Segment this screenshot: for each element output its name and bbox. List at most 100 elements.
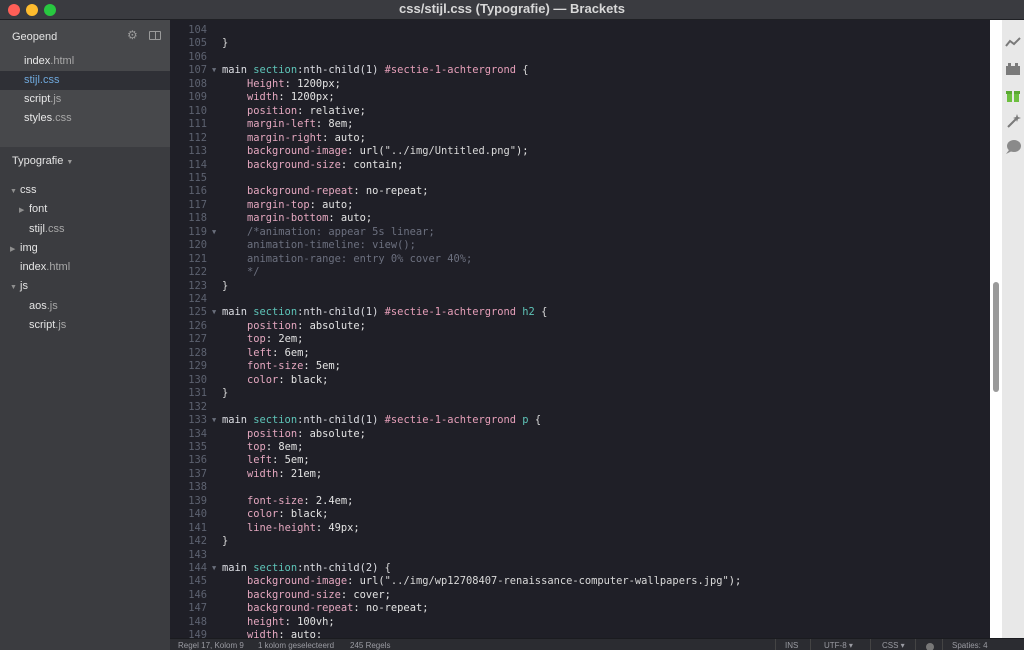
fold-toggle-icon[interactable]: ▼ <box>212 226 216 239</box>
code-line: 114 background-size: contain; <box>170 159 990 172</box>
line-number: 114 <box>188 158 207 171</box>
code-text: width: 21em; <box>222 468 322 481</box>
tree-folder[interactable]: ▶ font <box>0 200 170 219</box>
token-val <box>222 105 247 117</box>
open-file-item[interactable]: stijl.css <box>0 71 170 90</box>
insert-mode-toggle[interactable]: INS <box>785 639 798 650</box>
token-prop: position <box>247 319 298 332</box>
token-val: : 2em; <box>265 333 304 346</box>
language-select[interactable]: CSS ▾ <box>882 639 905 650</box>
token-val <box>222 91 247 103</box>
tree-item-name: js <box>20 280 28 293</box>
token-val: : auto; <box>322 131 366 144</box>
code-text: top: 8em; <box>222 441 303 454</box>
code-text: main section:nth-child(1) #sectie-1-acht… <box>222 64 529 77</box>
extension-gift-icon[interactable] <box>1005 87 1021 103</box>
beautify-wand-icon[interactable] <box>1005 113 1021 129</box>
token-prop: left <box>247 454 273 467</box>
line-number: 112 <box>188 131 207 144</box>
sidebar: Geopend ⚙ index.html stijl.css script.js st… <box>0 20 170 650</box>
token-val: : url( <box>347 575 385 588</box>
linter-status-icon[interactable] <box>926 643 934 650</box>
line-number: 125 <box>188 306 207 319</box>
code-text: Height: 1200px; <box>222 78 341 91</box>
token-brace: { <box>516 64 529 77</box>
line-number: 128 <box>188 346 207 359</box>
gear-icon[interactable]: ⚙ <box>127 29 139 41</box>
token-val: : 2.4em; <box>303 494 354 507</box>
project-tree-panel: Typografie ▼ ▼ css ▶ font stijl.css ▶ img index.… <box>0 147 170 650</box>
code-line: 131} <box>170 387 990 400</box>
cursor-position[interactable]: Regel 17, Kolom 9 <box>178 639 244 650</box>
indent-setting[interactable]: Spaties: 4 <box>952 639 988 650</box>
token-prop: left <box>247 346 273 359</box>
open-file-item[interactable]: index.html <box>0 52 170 71</box>
chevron-down-icon: ▼ <box>10 284 17 292</box>
tree-item-name: aos <box>29 299 47 312</box>
fold-toggle-icon[interactable]: ▼ <box>212 64 216 77</box>
token-val: : auto; <box>278 629 323 638</box>
token-tag: :nth-child(1) <box>297 414 385 427</box>
encoding-select[interactable]: UTF-8 ▾ <box>824 639 853 650</box>
fold-toggle-icon[interactable]: ▼ <box>212 414 216 427</box>
token-brace: } <box>222 279 229 292</box>
line-number: 111 <box>188 118 207 131</box>
code-line: 115 <box>170 172 990 185</box>
status-bar: Regel 17, Kolom 9 1 kolom geselecteerd 2… <box>170 638 1024 650</box>
line-number: 105 <box>188 37 207 50</box>
line-number: 133 <box>188 414 207 427</box>
tree-file[interactable]: script.js <box>0 316 170 335</box>
line-number: 107 <box>188 64 207 77</box>
tree-item-name: css <box>20 184 37 196</box>
fold-toggle-icon[interactable]: ▼ <box>212 562 216 575</box>
token-prop: height <box>247 615 285 628</box>
token-val <box>222 118 247 130</box>
code-text: } <box>222 37 228 50</box>
chevron-right-icon: ▶ <box>19 207 25 215</box>
code-text: width: auto; <box>222 629 322 638</box>
token-val: ); <box>516 145 529 158</box>
token-prop: margin-right <box>247 131 323 144</box>
code-line: 119 ▼ /*animation: appear 5s linear; <box>170 226 990 239</box>
scrollbar-thumb[interactable] <box>993 282 999 392</box>
code-text: /*animation: appear 5s linear; <box>222 226 435 239</box>
lint-bubble-icon[interactable] <box>1005 139 1021 155</box>
token-val <box>222 629 247 638</box>
token-val <box>222 145 247 157</box>
code-line: 126 position: absolute; <box>170 320 990 333</box>
token-val: : 8em; <box>315 118 354 131</box>
code-line: 116 background-repeat: no-repeat; <box>170 185 990 198</box>
token-kw: h2 <box>516 306 535 319</box>
open-file-item[interactable]: script.js <box>0 90 170 109</box>
tree-folder[interactable]: ▼ js <box>0 277 170 296</box>
tree-item-extension: .js <box>55 319 67 332</box>
code-text: } <box>222 387 228 400</box>
line-number: 108 <box>188 77 207 90</box>
tree-folder[interactable]: ▶ img <box>0 239 170 258</box>
code-line: 130 color: black; <box>170 374 990 387</box>
code-editor[interactable]: 104 105} 106 107 ▼ main section:nth-child(1) … <box>170 20 990 638</box>
token-val: : no-repeat; <box>353 185 429 198</box>
fold-toggle-icon[interactable]: ▼ <box>212 306 216 319</box>
project-dropdown[interactable]: Typografie ▼ <box>12 155 73 167</box>
tree-file[interactable]: aos.js <box>0 297 170 316</box>
token-prop: margin-top <box>247 198 310 211</box>
token-val <box>222 495 247 507</box>
token-cls: #sectie-1-achtergrond <box>384 64 517 77</box>
tree-item-name: stijl <box>29 222 45 235</box>
tree-folder[interactable]: ▼ css <box>0 181 170 200</box>
line-number: 141 <box>188 521 207 534</box>
token-cls: #sectie-1-achtergrond <box>384 306 517 319</box>
tree-file[interactable]: index.html <box>0 258 170 277</box>
file-name: stijl <box>24 74 40 86</box>
code-line: 143 <box>170 549 990 562</box>
token-val <box>222 616 247 628</box>
split-view-icon[interactable] <box>149 31 161 40</box>
live-preview-icon[interactable] <box>1005 35 1021 51</box>
code-line: 140 color: black; <box>170 508 990 521</box>
extension-manager-icon[interactable] <box>1005 61 1021 77</box>
open-file-item[interactable]: styles.css <box>0 109 170 128</box>
tree-file[interactable]: stijl.css <box>0 220 170 239</box>
code-text: width: 1200px; <box>222 91 335 104</box>
token-tag: :nth-child(2) <box>297 562 379 574</box>
